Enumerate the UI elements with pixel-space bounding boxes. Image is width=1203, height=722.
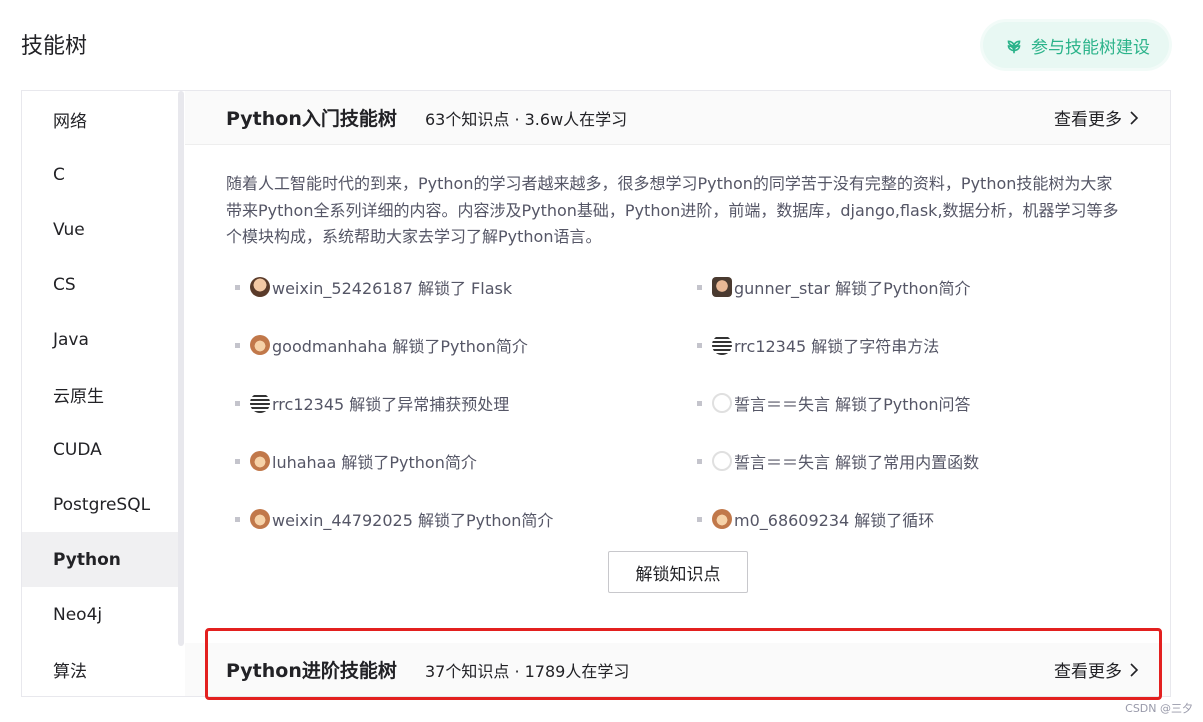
activity-item: goodmanhaha 解锁了Python简介 xyxy=(235,333,528,357)
tree-stats: 37个知识点 · 1789人在学习 xyxy=(425,661,630,681)
sidebar-item-label: Vue xyxy=(53,219,85,240)
avatar[interactable] xyxy=(250,393,270,413)
avatar[interactable] xyxy=(712,451,732,471)
activity-item: rrc12345 解锁了字符串方法 xyxy=(697,333,939,357)
activity-item: gunner_star 解锁了Python简介 xyxy=(697,275,971,299)
activity-text: rrc12345 解锁了字符串方法 xyxy=(734,337,940,356)
activity-text: weixin_52426187 解锁了 Flask xyxy=(272,279,513,298)
activity-text: weixin_44792025 解锁了Python简介 xyxy=(272,511,554,530)
bullet-icon xyxy=(697,516,702,522)
sidebar-item-c[interactable]: C xyxy=(22,147,180,202)
activity-text: 誓言＝＝失言 解锁了常用内置函数 xyxy=(734,453,980,472)
activity-item: weixin_52426187 解锁了 Flask xyxy=(235,275,512,299)
bullet-icon xyxy=(235,516,240,522)
bullet-icon xyxy=(697,342,702,348)
sidebar-item-cloud-native[interactable]: 云原生 xyxy=(22,367,180,422)
page-title: 技能树 xyxy=(21,34,88,59)
tree-header: Python进阶技能树 37个知识点 · 1789人在学习 查看更多 xyxy=(185,643,1170,696)
avatar[interactable] xyxy=(250,451,270,471)
sidebar-item-neo4j[interactable]: Neo4j xyxy=(22,587,180,642)
activity-item: rrc12345 解锁了异常捕获预处理 xyxy=(235,391,509,415)
avatar[interactable] xyxy=(712,277,732,297)
sidebar-item-label: CUDA xyxy=(53,439,102,460)
sidebar-scrollbar[interactable] xyxy=(178,91,184,646)
bullet-icon xyxy=(235,284,240,290)
tree-description: 随着人工智能时代的到来，Python的学习者越来越多，很多想学习Python的同… xyxy=(226,174,1119,246)
activity-item: m0_68609234 解锁了循环 xyxy=(697,507,934,531)
activity-text: m0_68609234 解锁了循环 xyxy=(734,511,935,530)
sidebar-item-label: PostgreSQL xyxy=(53,494,151,515)
activity-text: 誓言＝＝失言 解锁了Python问答 xyxy=(734,395,971,414)
sidebar-item-label: Java xyxy=(53,329,89,350)
tree-stats: 63个知识点 · 3.6w人在学习 xyxy=(425,109,628,129)
sidebar-item-java[interactable]: Java xyxy=(22,312,180,367)
bullet-icon xyxy=(697,400,702,406)
view-more-label: 查看更多 xyxy=(1054,110,1122,130)
watermark: CSDN @三夕 xyxy=(1125,702,1193,715)
unlock-knowledge-button[interactable]: 解锁知识点 xyxy=(608,551,748,593)
sidebar-item-cuda[interactable]: CUDA xyxy=(22,422,180,477)
sidebar-item-network[interactable]: 网络 xyxy=(22,92,180,147)
avatar[interactable] xyxy=(712,393,732,413)
sidebar-item-postgresql[interactable]: PostgreSQL xyxy=(22,477,180,532)
contribute-label: 参与技能树建设 xyxy=(1031,37,1150,58)
category-sidebar: 网络 C Vue CS Java 云原生 CUDA PostgreSQL Pyt… xyxy=(22,91,180,696)
activity-item: 誓言＝＝失言 解锁了常用内置函数 xyxy=(697,449,979,473)
view-more-link[interactable]: 查看更多 xyxy=(1054,657,1140,682)
bullet-icon xyxy=(235,342,240,348)
activity-text: goodmanhaha 解锁了Python简介 xyxy=(272,337,528,356)
tree-header: Python入门技能树 63个知识点 · 3.6w人在学习 查看更多 xyxy=(185,91,1170,145)
tree-content: Python入门技能树 63个知识点 · 3.6w人在学习 查看更多 随着人工智… xyxy=(185,91,1170,696)
avatar[interactable] xyxy=(712,335,732,355)
sidebar-item-vue[interactable]: Vue xyxy=(22,202,180,257)
activity-item: weixin_44792025 解锁了Python简介 xyxy=(235,507,553,531)
sidebar-item-algorithm[interactable]: 算法 xyxy=(22,642,180,696)
sidebar-item-label: C xyxy=(53,164,65,185)
avatar[interactable] xyxy=(250,277,270,297)
contribute-button[interactable]: 参与技能树建设 xyxy=(983,22,1169,68)
bullet-icon xyxy=(697,458,702,464)
skill-tree-panel: 网络 C Vue CS Java 云原生 CUDA PostgreSQL Pyt… xyxy=(21,90,1171,697)
view-more-label: 查看更多 xyxy=(1054,662,1122,682)
sidebar-item-python[interactable]: Python xyxy=(22,532,180,587)
chevron-right-icon xyxy=(1130,662,1139,677)
bullet-icon xyxy=(235,400,240,406)
chevron-right-icon xyxy=(1130,110,1139,125)
sidebar-item-label: Neo4j xyxy=(53,604,103,625)
activity-item: luhahaa 解锁了Python简介 xyxy=(235,449,477,473)
tree-title[interactable]: Python进阶技能树 xyxy=(226,656,397,683)
sidebar-item-cs[interactable]: CS xyxy=(22,257,180,312)
bullet-icon xyxy=(235,458,240,464)
sidebar-item-label: 算法 xyxy=(53,662,87,682)
bullet-icon xyxy=(697,284,702,290)
activity-item: 誓言＝＝失言 解锁了Python问答 xyxy=(697,391,971,415)
sidebar-item-label: 云原生 xyxy=(53,387,104,407)
avatar[interactable] xyxy=(712,509,732,529)
tree-title[interactable]: Python入门技能树 xyxy=(226,104,397,131)
sidebar-item-label: Python xyxy=(53,549,121,570)
activity-text: rrc12345 解锁了异常捕获预处理 xyxy=(272,395,510,414)
activity-text: luhahaa 解锁了Python简介 xyxy=(272,453,477,472)
avatar[interactable] xyxy=(250,509,270,529)
sidebar-item-label: CS xyxy=(53,274,76,295)
sidebar-item-label: 网络 xyxy=(53,112,87,132)
avatar[interactable] xyxy=(250,335,270,355)
view-more-link[interactable]: 查看更多 xyxy=(1054,105,1140,130)
activity-text: gunner_star 解锁了Python简介 xyxy=(734,279,971,298)
leaf-icon xyxy=(1007,40,1021,54)
